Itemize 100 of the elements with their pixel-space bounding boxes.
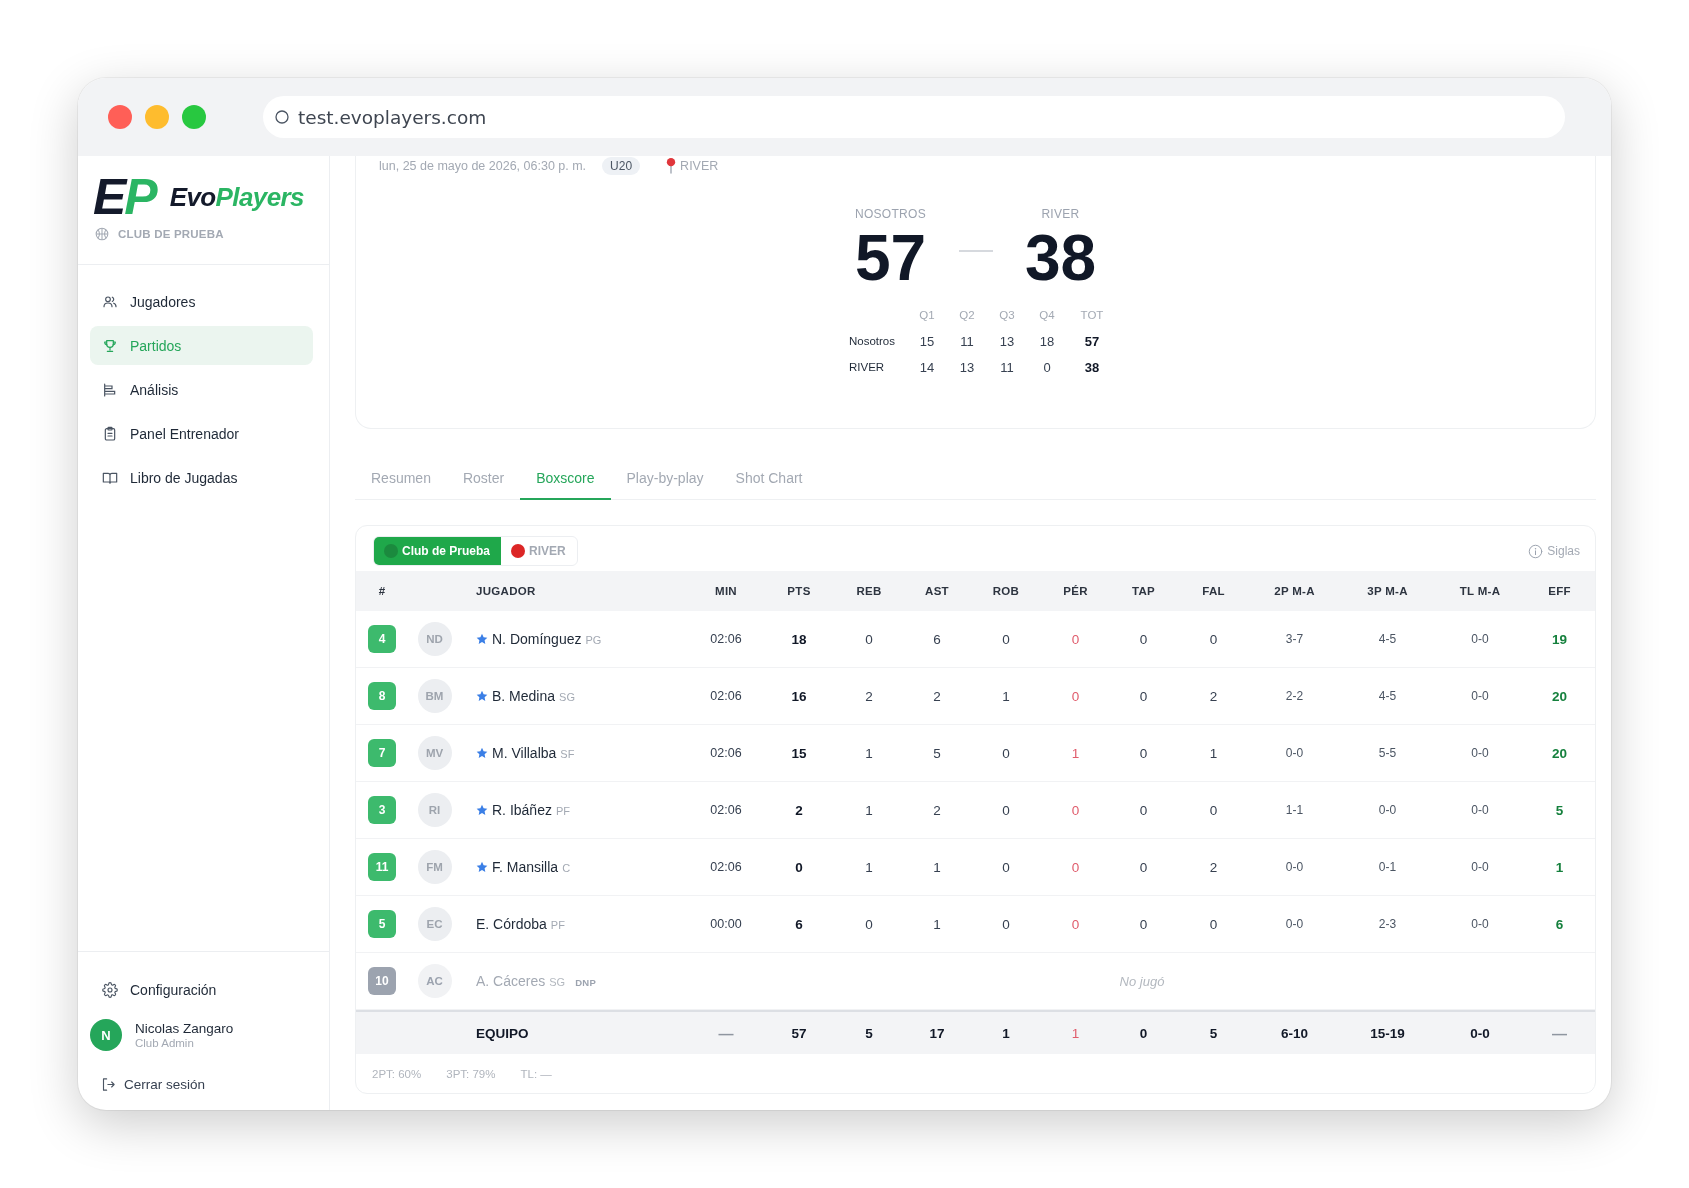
stat-value: 0-1 xyxy=(1377,860,1398,874)
stat-value: 4-5 xyxy=(1377,689,1398,703)
map-pin-icon xyxy=(666,157,677,174)
stat-value: 20 xyxy=(1551,688,1568,704)
position-label: C xyxy=(562,862,571,874)
total-value: 57 xyxy=(790,1025,808,1041)
team-label: RIVER xyxy=(1041,206,1080,222)
jersey-number-badge: 7 xyxy=(368,739,396,767)
position-label: SG xyxy=(549,976,566,988)
position-label: SG xyxy=(559,691,575,703)
stat-value: 1 xyxy=(932,916,942,932)
stat-value: 2-3 xyxy=(1377,917,1398,931)
total-value: 17 xyxy=(928,1025,946,1041)
info-icon xyxy=(1528,543,1544,559)
minutes-value: 02:06 xyxy=(709,860,743,874)
logo-mark: EP xyxy=(93,174,158,220)
period-score: 18 xyxy=(1038,333,1056,349)
bar-chart-icon xyxy=(102,381,118,398)
column-header: 3P M-A xyxy=(1366,585,1409,597)
period-score: 13 xyxy=(958,359,976,375)
stat-value: 0 xyxy=(1001,631,1011,647)
basketball-icon xyxy=(95,227,109,241)
total-value: 1 xyxy=(1070,1025,1081,1041)
stat-value: 1 xyxy=(864,859,874,875)
stat-value: 5-5 xyxy=(1377,746,1398,760)
player-name[interactable]: M. Villalba xyxy=(492,745,557,761)
stat-value: 0 xyxy=(864,631,874,647)
period-team: Nosotros xyxy=(849,335,897,347)
jersey-number-badge: 5 xyxy=(368,910,396,938)
stat-value: 1 xyxy=(932,859,942,875)
stat-value: 2 xyxy=(1208,859,1219,875)
shooting-summary: 2PT: 60% xyxy=(372,1067,422,1080)
maximize-button[interactable] xyxy=(182,105,206,129)
did-not-play-note: No jugó xyxy=(1119,974,1165,989)
player-avatar: ND xyxy=(417,622,452,656)
stat-value: 0-0 xyxy=(1284,860,1305,874)
nav-item[interactable]: Análisis xyxy=(90,370,313,409)
column-header: JUGADOR xyxy=(475,585,537,597)
status-tag: DNP xyxy=(575,977,597,988)
stat-value: 18 xyxy=(790,631,808,647)
period-score: 0 xyxy=(1042,359,1052,375)
column-header: EFF xyxy=(1547,585,1572,597)
stat-value: 0 xyxy=(1138,859,1149,875)
minimize-button[interactable] xyxy=(145,105,169,129)
period-header: TOT xyxy=(1079,309,1105,321)
player-name[interactable]: R. Ibáñez xyxy=(492,802,552,818)
period-header: Q3 xyxy=(998,309,1016,321)
stat-value: 1 xyxy=(1001,688,1011,704)
address-bar[interactable]: test.evoplayers.com xyxy=(263,96,1565,138)
user-role: Club Admin xyxy=(135,1037,195,1049)
stat-value: 0 xyxy=(1001,802,1011,818)
stat-value: 2-2 xyxy=(1284,689,1305,703)
user-avatar: N xyxy=(90,1019,122,1051)
team-score: 38 xyxy=(1024,226,1097,290)
total-value: 6-10 xyxy=(1280,1025,1309,1041)
stat-value: 0 xyxy=(1070,631,1081,647)
settings-item[interactable]: Configuración xyxy=(90,970,313,1009)
player-name[interactable]: B. Medina xyxy=(492,688,556,704)
column-header: AST xyxy=(924,585,950,597)
total-value: 5 xyxy=(1208,1025,1219,1041)
nav-item[interactable]: Panel Entrenador xyxy=(90,414,313,453)
stat-value: 0 xyxy=(1001,916,1011,932)
period-team: RIVER xyxy=(849,361,886,373)
team-score: 57 xyxy=(854,226,927,290)
total-value: 0-0 xyxy=(1469,1025,1491,1041)
player-avatar: RI xyxy=(417,793,452,827)
logo-wordmark: EvoPlayers xyxy=(169,182,304,212)
stat-value: 0 xyxy=(1138,916,1149,932)
column-header: TAP xyxy=(1130,585,1156,597)
total-value: — xyxy=(1551,1024,1568,1042)
shooting-summary: TL: — xyxy=(520,1067,552,1080)
stat-value: 3-7 xyxy=(1284,632,1305,646)
nav-item[interactable]: Jugadores xyxy=(90,282,313,321)
player-avatar: BM xyxy=(417,679,452,713)
stat-value: 0 xyxy=(1070,802,1081,818)
stat-value: 0 xyxy=(1070,688,1081,704)
column-header: TL M-A xyxy=(1458,585,1502,597)
stat-value: 16 xyxy=(790,688,808,704)
period-score: 14 xyxy=(918,359,936,375)
stat-value: 19 xyxy=(1551,631,1568,647)
player-name[interactable]: E. Córdoba xyxy=(476,916,547,932)
player-name[interactable]: N. Domínguez xyxy=(492,631,582,647)
player-avatar: MV xyxy=(417,736,452,770)
close-button[interactable] xyxy=(108,105,132,129)
column-header: # xyxy=(377,585,387,597)
nav-item[interactable]: Libro de Jugadas xyxy=(90,458,313,497)
player-avatar: EC xyxy=(417,907,452,941)
player-name[interactable]: F. Mansilla xyxy=(492,859,559,875)
player-avatar: FM xyxy=(417,850,452,884)
logout-link[interactable]: Cerrar sesión xyxy=(90,1072,206,1096)
stat-value: 0 xyxy=(1138,745,1149,761)
stat-value: 0 xyxy=(1138,802,1149,818)
stat-value: 0-0 xyxy=(1470,746,1490,760)
stat-value: 1 xyxy=(1070,745,1081,761)
trophy-icon xyxy=(102,337,118,354)
logout-icon xyxy=(101,1076,116,1092)
stat-value: 0-0 xyxy=(1470,860,1490,874)
period-score: 11 xyxy=(999,359,1015,375)
stat-value: 0-0 xyxy=(1470,803,1490,817)
column-header: ROB xyxy=(991,585,1021,597)
